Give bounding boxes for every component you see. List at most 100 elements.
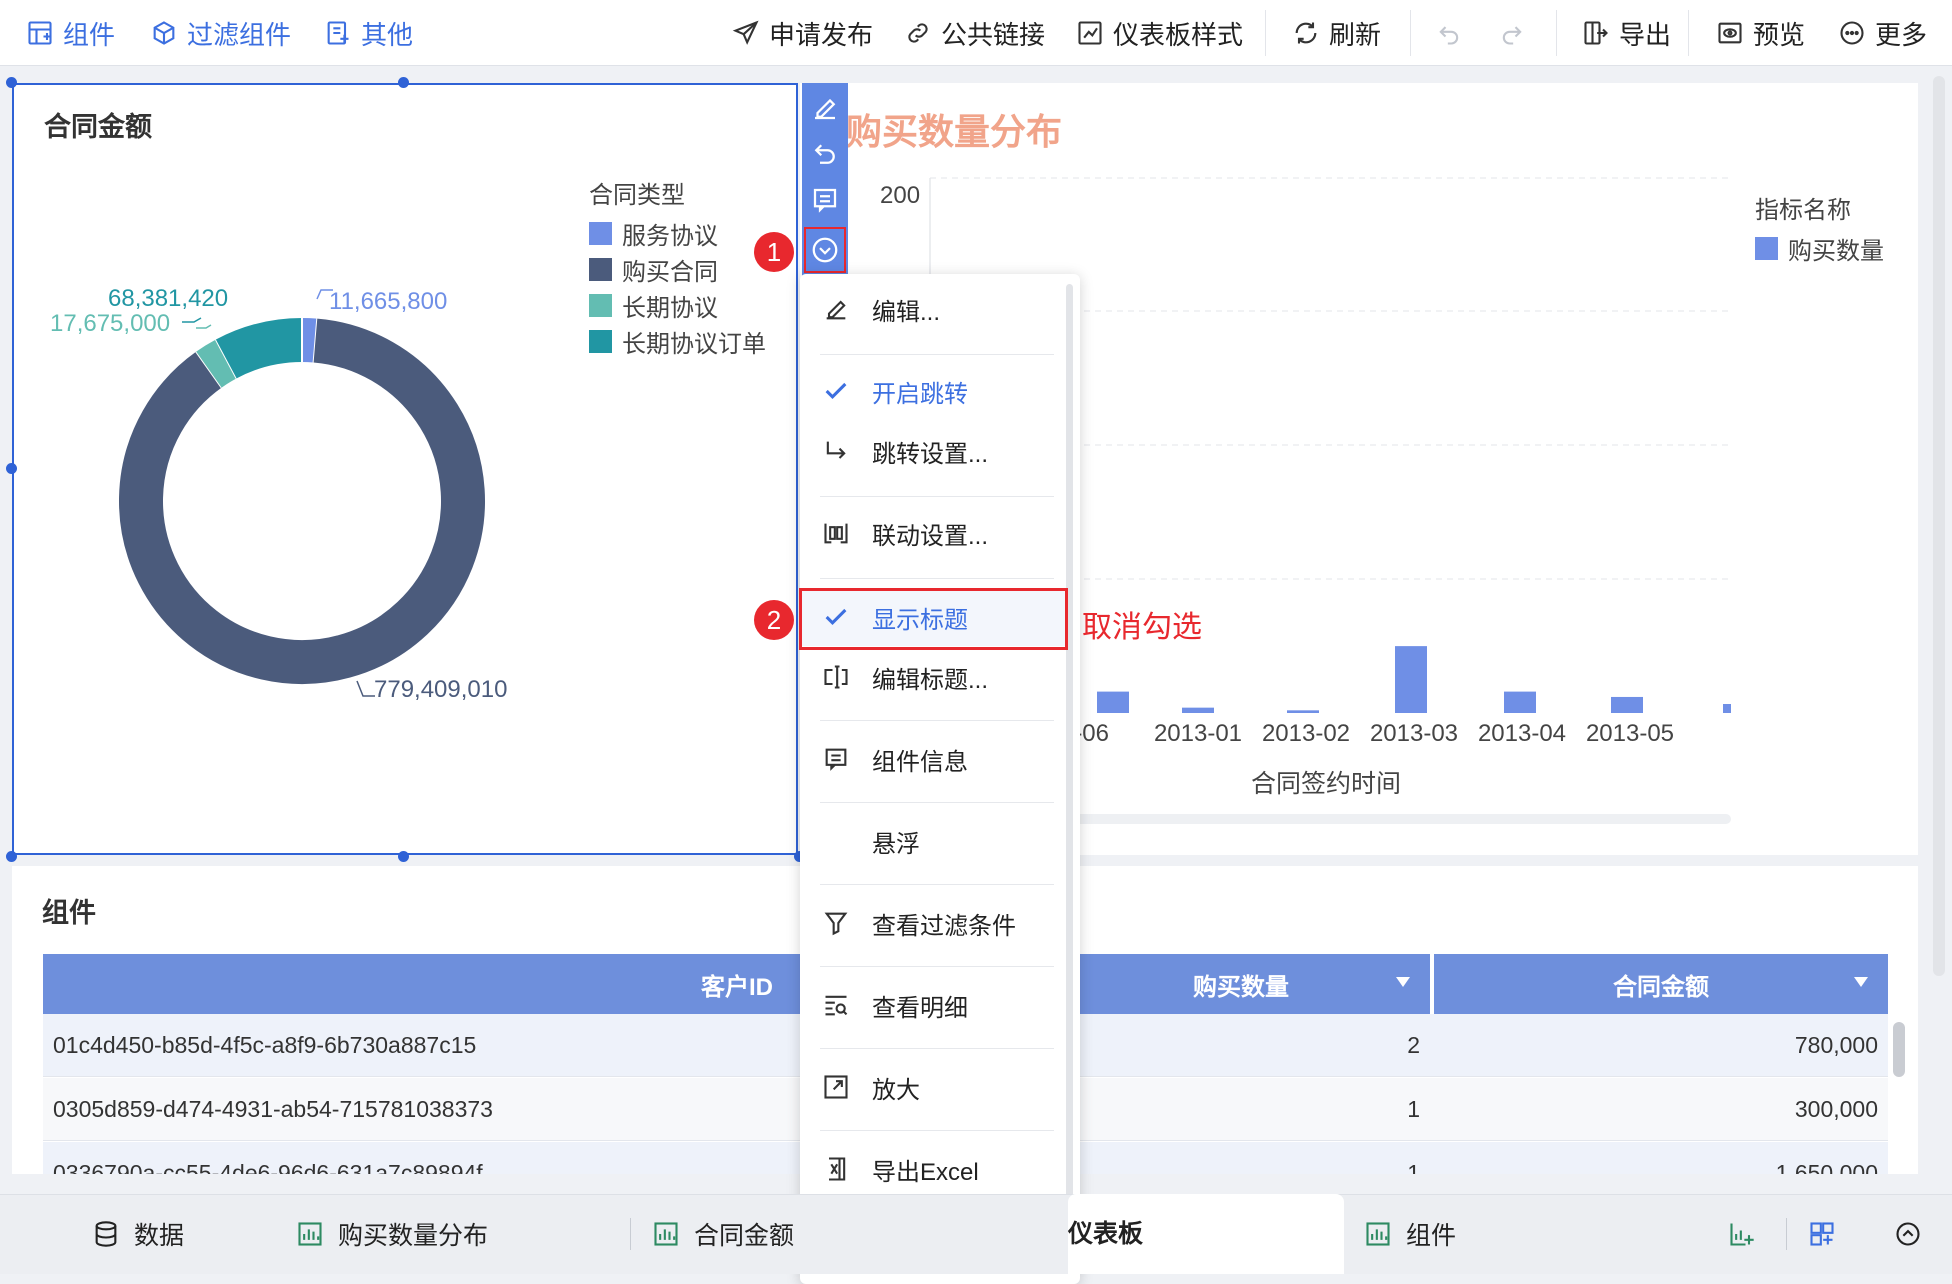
filter-icon (824, 912, 848, 936)
widget-comment-button[interactable] (804, 177, 846, 223)
bar[interactable] (1723, 704, 1731, 713)
pie-label-long-term: 17,675,000 (50, 310, 171, 337)
tab-purchase-qty-distribution[interactable]: 购买数量分布 (296, 1194, 488, 1274)
filter-component-icon (153, 21, 175, 45)
sort-dropdown-icon[interactable] (1396, 977, 1410, 989)
menu-item-enlarge[interactable]: 放大 (800, 1058, 1068, 1116)
pie-slice[interactable] (215, 318, 303, 379)
toolbar-export-button[interactable]: 导出 (1582, 0, 1671, 66)
toolbar-more-button[interactable]: 更多 (1838, 0, 1927, 66)
menu-item-view-details[interactable]: 查看明细 (800, 976, 1068, 1034)
info-card-icon (825, 748, 847, 771)
chevron-down-circle-icon (812, 237, 838, 263)
bar[interactable] (1287, 710, 1319, 713)
edit-icon (826, 300, 846, 320)
check-icon (825, 382, 847, 399)
tab-divider (630, 1218, 631, 1250)
widget-edit-button[interactable] (804, 85, 846, 131)
pie-label-purchase: 779,409,010 (374, 676, 508, 703)
add-chart-icon (1730, 1223, 1754, 1246)
menu-item-edit[interactable]: 编辑... (800, 280, 1068, 338)
widget-more-dropdown-button[interactable] (804, 227, 846, 273)
toolbar-divider (1688, 10, 1689, 56)
show-title-highlight (799, 588, 1068, 650)
menu-item-enable-jump[interactable]: 开启跳转 (800, 362, 1068, 420)
menu-item-component-info[interactable]: 组件信息 (800, 730, 1068, 788)
menu-item-jump-settings[interactable]: 跳转设置... (800, 422, 1068, 480)
bar[interactable] (1395, 646, 1427, 713)
sort-dropdown-icon[interactable] (1854, 977, 1868, 989)
bar[interactable] (1182, 707, 1214, 713)
menu-item-float[interactable]: 悬浮 (800, 812, 1068, 870)
pie-legend-item[interactable]: 长期协议 (589, 288, 718, 323)
legend-swatch (589, 258, 612, 281)
resize-handle[interactable] (6, 851, 17, 862)
resize-handle[interactable] (6, 77, 17, 88)
bar-x-tick-label: 2013-01 (1153, 720, 1243, 747)
add-component-tab-button[interactable] (1728, 1194, 1756, 1274)
pie-widget[interactable]: 合同金额 11,665,800 779,409,010 17,675,000 6… (12, 83, 798, 855)
toolbar-divider (1410, 10, 1411, 56)
toolbar-undo-button[interactable] (1435, 0, 1463, 66)
resize-handle[interactable] (398, 77, 409, 88)
toolbar-component-button[interactable]: 组件 (26, 0, 115, 66)
pie-legend-item[interactable]: 服务协议 (589, 216, 718, 251)
menu-divider (820, 720, 1054, 721)
excel-icon (829, 1157, 846, 1181)
tab-contract-amount[interactable]: 合同金额 (652, 1194, 794, 1274)
pie-slice[interactable] (119, 318, 485, 684)
resize-handle[interactable] (398, 851, 409, 862)
cell-customer-id: 0305d859-d474-4931-ab54-715781038373 (53, 1096, 493, 1122)
pie-legend-item[interactable]: 长期协议订单 (589, 324, 766, 359)
cell-purchase-qty: 1 (1407, 1160, 1420, 1174)
bar[interactable] (1504, 691, 1536, 713)
chevron-up-circle-icon (1896, 1222, 1920, 1246)
collapse-tabs-button[interactable] (1894, 1194, 1922, 1274)
bar-chart-icon (298, 1222, 322, 1246)
bar-chart-icon (1366, 1222, 1390, 1246)
toolbar-filter-component-button[interactable]: 过滤组件 (150, 0, 291, 66)
link-icon (908, 23, 928, 43)
pie-legend-title: 合同类型 (589, 182, 685, 209)
legend-swatch (589, 294, 612, 317)
toolbar-public-link-button[interactable]: 公共链接 (904, 0, 1045, 66)
menu-item-edit-title[interactable]: 编辑标题... (800, 648, 1068, 706)
cell-customer-id: 01c4d450-b85d-4f5c-a8f9-6b730a887c15 (53, 1032, 477, 1058)
menu-item-view-filters[interactable]: 查看过滤条件 (800, 894, 1068, 952)
toolbar-other-button[interactable]: 其他 (324, 0, 413, 66)
widget-undo-button[interactable] (804, 131, 846, 177)
menu-item-linkage-settings[interactable]: 联动设置... (800, 504, 1068, 562)
tab-dashboard[interactable]: 仪表板 (1068, 1194, 1344, 1274)
bar-x-tick-label: 2013-04 (1477, 720, 1567, 747)
pie-slice[interactable] (196, 339, 237, 388)
page-scrollbar[interactable] (1933, 76, 1945, 976)
toolbar-dashboard-style-button[interactable]: 仪表板样式 (1076, 0, 1243, 66)
bar[interactable] (1611, 696, 1643, 713)
table-header-contract-amount[interactable]: 合同金额 (1434, 954, 1888, 1014)
menu-item-export-excel[interactable]: 导出Excel (800, 1140, 1068, 1198)
table-scrollbar[interactable] (1893, 1022, 1905, 1077)
pie-legend-item[interactable]: 购买合同 (589, 252, 718, 287)
tab-data[interactable]: 数据 (92, 1194, 184, 1274)
bar-legend-item[interactable]: 购买数量 (1755, 231, 1884, 266)
bar-legend-title: 指标名称 (1755, 197, 1851, 224)
bottom-tab-bar (0, 1194, 1952, 1274)
pie-slices (119, 318, 485, 684)
menu-divider (820, 1048, 1054, 1049)
bar[interactable] (1097, 691, 1129, 713)
toolbar-preview-button[interactable]: 预览 (1716, 0, 1805, 66)
pie-slice[interactable] (301, 318, 318, 363)
preview-icon (1718, 22, 1742, 44)
resize-handle[interactable] (6, 463, 17, 474)
database-icon (95, 1221, 117, 1247)
toolbar-refresh-button[interactable]: 刷新 (1292, 0, 1381, 66)
add-dashboard-tab-button[interactable] (1808, 1194, 1836, 1274)
pie-label-service: 11,665,800 (329, 288, 448, 315)
undo-icon (1439, 26, 1459, 45)
menu-scrollbar[interactable] (1066, 284, 1073, 1204)
toolbar-redo-button[interactable] (1498, 0, 1526, 66)
pie-leader-line (196, 324, 212, 329)
tab-component[interactable]: 组件 (1364, 1194, 1456, 1274)
toolbar-apply-publish-button[interactable]: 申请发布 (732, 0, 873, 66)
table-header-purchase-qty[interactable]: 购买数量 (1052, 954, 1432, 1014)
